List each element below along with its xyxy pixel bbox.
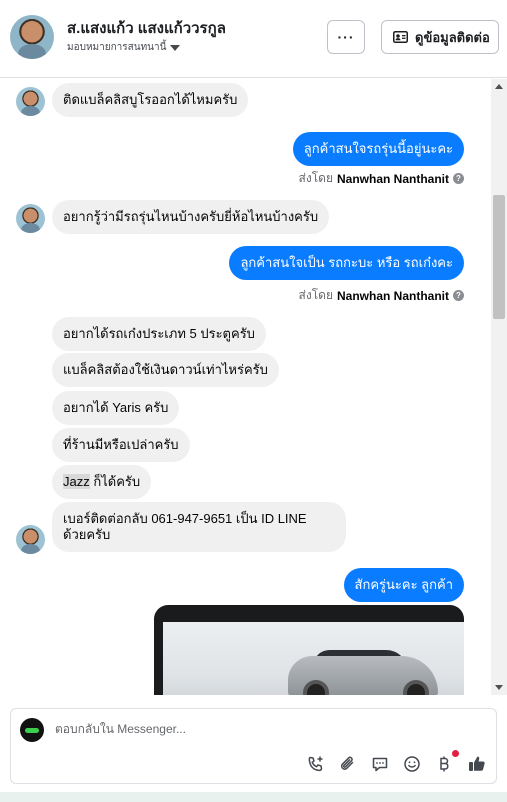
message-line: ด้วยครับ — [63, 527, 111, 542]
message-text: ก็ได้ครับ — [89, 474, 141, 489]
thumbs-up-icon[interactable] — [466, 753, 488, 775]
view-contact-label: ดูข้อมูลติดต่อ — [415, 29, 490, 45]
contact-card-icon — [393, 31, 408, 43]
sent-by-label: ส่งโดย Nanwhan Nanthanit ? — [299, 169, 464, 188]
customer-name[interactable]: ส.แสงแก้ว แสงแก้ววรกูล — [67, 16, 226, 40]
outgoing-message[interactable]: ลูกค้าสนใจรถรุ่นนี้อยู่นะคะ — [292, 132, 464, 166]
paperclip-icon[interactable] — [337, 753, 359, 775]
phone-plus-icon[interactable] — [305, 753, 327, 775]
caret-down-icon — [170, 44, 181, 51]
message-line: เบอร์ติดต่อกลับ 061-947-9651 เป็น ID LIN… — [63, 511, 307, 526]
incoming-message[interactable]: แบล็คลิสต้องใช้เงินดาวน์เท่าไหร่ครับ — [52, 353, 279, 387]
incoming-message[interactable]: อยากรู้ว่ามีรถรุ่นไหนบ้างครับยี่ห้อไหนบ้… — [52, 200, 330, 234]
page-avatar — [20, 718, 44, 742]
incoming-message[interactable]: อยากได้รถเก๋งประเภท 5 ประตูครับ — [52, 317, 266, 351]
outgoing-message[interactable]: ลูกค้าสนใจเป็น รถกะบะ หรือ รถเก๋งคะ — [229, 246, 464, 280]
sent-by-prefix: ส่งโดย — [298, 171, 333, 185]
scroll-up-arrow-icon[interactable] — [495, 84, 503, 89]
incoming-message[interactable]: ติดแบล็คลิสบูโรออกได้ไหมครับ — [52, 83, 249, 117]
car-photo — [163, 622, 464, 695]
notification-dot — [452, 750, 459, 757]
incoming-message[interactable]: ที่ร้านมีหรือเปล่าครับ — [52, 428, 190, 462]
conversation-header: ส.แสงแก้ว แสงแก้ววรกูล มอบหมายการสนทนานี… — [0, 0, 507, 78]
page-logo-icon — [25, 727, 39, 733]
smiley-icon[interactable] — [401, 753, 423, 775]
outgoing-message[interactable]: สักครู่นะคะ ลูกค้า — [343, 568, 464, 602]
highlighted-text: Jazz — [63, 474, 90, 489]
scroll-down-arrow-icon[interactable] — [495, 685, 503, 690]
message-list[interactable]: ติดแบล็คลิสบูโรออกได้ไหมครับ ลูกค้าสนใจร… — [0, 79, 507, 695]
scrollbar-thumb[interactable] — [493, 195, 505, 319]
more-options-button[interactable]: ··· — [327, 20, 365, 54]
assign-conversation-dropdown[interactable]: มอบหมายการสนทนานี้ — [67, 40, 181, 55]
view-contact-button[interactable]: ดูข้อมูลติดต่อ — [381, 20, 499, 54]
baht-icon[interactable] — [433, 753, 455, 775]
incoming-message[interactable]: เบอร์ติดต่อกลับ 061-947-9651 เป็น ID LIN… — [52, 502, 346, 552]
chat-bubble-icon[interactable] — [369, 753, 391, 775]
customer-avatar-small — [16, 525, 45, 554]
customer-avatar-small — [16, 87, 45, 116]
info-icon[interactable]: ? — [453, 173, 464, 184]
sent-by-prefix: ส่งโดย — [298, 288, 333, 302]
sent-by-label: ส่งโดย Nanwhan Nanthanit ? — [299, 286, 464, 305]
sender-name: Nanwhan Nanthanit — [336, 171, 449, 186]
reply-input[interactable] — [55, 722, 475, 736]
message-list-scrollbar[interactable] — [491, 79, 507, 695]
bottom-panel-strip — [0, 792, 507, 802]
assign-label: มอบหมายการสนทนานี้ — [67, 42, 167, 53]
incoming-message[interactable]: อยากได้ Yaris ครับ — [52, 391, 180, 425]
reply-composer — [10, 708, 497, 784]
incoming-message[interactable]: Jazz ก็ได้ครับ — [52, 465, 152, 499]
sender-name: Nanwhan Nanthanit — [336, 288, 449, 303]
customer-avatar[interactable] — [10, 15, 54, 59]
customer-avatar-small — [16, 204, 45, 233]
info-icon[interactable]: ? — [453, 290, 464, 301]
car-photo-attachment[interactable] — [154, 605, 464, 695]
